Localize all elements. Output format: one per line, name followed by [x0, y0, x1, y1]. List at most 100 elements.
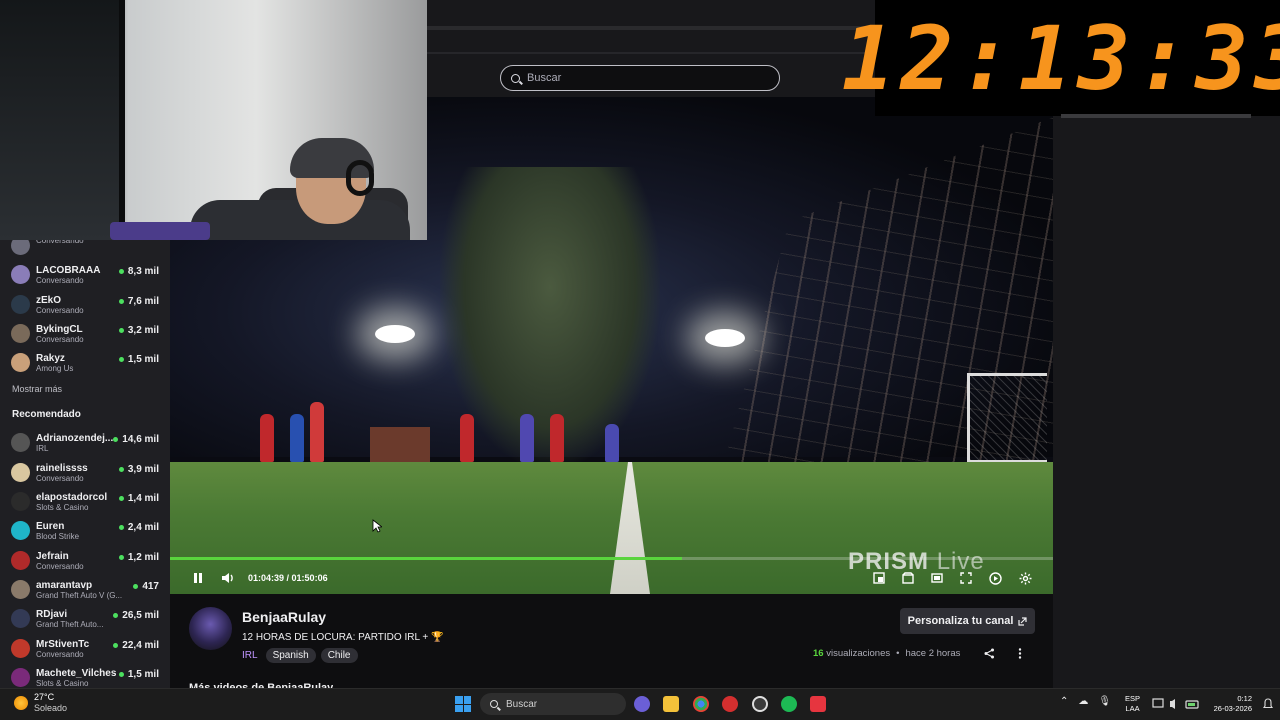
viewer-count-value: 3,9 mil	[127, 463, 159, 475]
sidebar-channel-item[interactable]: Rakyz Among Us 1,5 mil	[0, 348, 170, 377]
viewer-count: 3,9 mil	[118, 463, 159, 475]
channel-avatar	[11, 550, 30, 570]
channel-name: Jefrain	[36, 550, 69, 562]
sidebar-channel-item[interactable]: elapostadorcol Slots & Casino 1,4 mil	[0, 487, 170, 516]
sidebar-channel-item[interactable]: Conversando	[0, 240, 170, 260]
spotify-icon[interactable]	[781, 696, 797, 712]
webcam-keyboard	[110, 222, 210, 240]
channel-category: IRL	[36, 444, 49, 454]
viewer-count-value: 417	[142, 580, 159, 592]
channel-category: Among Us	[36, 364, 74, 374]
viewer-count: 1,5 mil	[118, 354, 159, 365]
channel-avatar	[11, 609, 30, 629]
customize-channel-label: Personaliza tu canal	[907, 615, 1014, 627]
sun-icon	[14, 696, 28, 710]
player-controls: 01:04:39 / 01:50:06	[170, 566, 1053, 594]
channel-avatar	[11, 492, 30, 512]
discord-icon[interactable]	[634, 696, 650, 712]
live-dot-icon	[118, 357, 124, 363]
digital-clock-overlay: 12:13:33	[842, 0, 1280, 116]
live-dot-icon	[118, 496, 124, 502]
timecode: 01:04:39 / 01:50:06	[248, 573, 328, 583]
viewer-count: 14,6 mil	[113, 434, 159, 445]
sidebar-channel-item[interactable]: rainelissss Conversando 3,9 mil	[0, 458, 170, 487]
share-icon	[984, 648, 994, 659]
miniplayer-icon	[873, 572, 885, 584]
sidebar-channel-item[interactable]: Jefrain Conversando 1,2 mil	[0, 546, 170, 575]
live-dot-icon	[113, 613, 119, 619]
sidebar-channel-item[interactable]: Adrianozendej... IRL 14,6 mil	[0, 428, 170, 457]
tag-chip[interactable]: Spanish	[265, 648, 316, 663]
system-tray: ⌃ ☁ 🎙	[1060, 696, 1111, 707]
windows-start-icon[interactable]	[455, 696, 471, 712]
app-icon[interactable]	[810, 696, 826, 712]
gear-icon	[1019, 572, 1031, 585]
channel-category: Slots & Casino	[36, 678, 89, 688]
channel-name: Machete_Vilches	[36, 667, 116, 679]
video-stats: 16 visualizaciones • hace 2 horas	[813, 648, 961, 659]
channel-avatar	[11, 667, 30, 687]
channel-avatar	[11, 240, 30, 255]
external-link-icon	[1018, 616, 1027, 626]
share-button[interactable]	[984, 648, 995, 662]
channel-category: Conversando	[36, 561, 84, 571]
chevron-up-icon[interactable]: ⌃	[1060, 696, 1068, 707]
tray-status-icons[interactable]	[1152, 697, 1200, 711]
tag-chip[interactable]: Chile	[320, 648, 358, 663]
app-icon[interactable]	[722, 696, 738, 712]
recommended-channels-list: Adrianozendej... IRL 14,6 mil rainelissss Co…	[0, 428, 170, 688]
sidebar-channel-item[interactable]: BykingCL Conversando 3,2 mil	[0, 319, 170, 348]
sidebar-channel-item[interactable]: amarantavp Grand Theft Auto V (G... 417	[0, 575, 170, 604]
sidebar-channel-item[interactable]: RDjavi Grand Theft Auto... 26,5 mil	[0, 604, 170, 633]
autoplay-icon	[988, 572, 1002, 585]
obs-icon[interactable]	[752, 696, 768, 712]
sidebar-channel-item[interactable]: MrStivenTc Conversando 22,4 mil	[0, 634, 170, 663]
viewer-count: 26,5 mil	[113, 610, 159, 621]
theatre-mode-button[interactable]	[930, 572, 944, 586]
channel-category: Conversando	[36, 305, 84, 315]
viewer-count: 2,4 mil	[118, 522, 159, 533]
search-placeholder: Buscar	[527, 72, 562, 84]
clip-button[interactable]	[901, 572, 915, 586]
onedrive-icon[interactable]: ☁	[1078, 696, 1088, 707]
customize-channel-button[interactable]: Personaliza tu canal	[900, 608, 1035, 634]
sidebar-channel-item[interactable]: Euren Blood Strike 2,4 mil	[0, 516, 170, 545]
volume-button[interactable]	[221, 572, 235, 586]
viewer-count-value: 14,6 mil	[122, 434, 159, 446]
viewer-count: 1,2 mil	[118, 552, 159, 563]
autoplay-button[interactable]	[988, 572, 1002, 586]
fullscreen-button[interactable]	[959, 572, 973, 586]
taskbar-search[interactable]: Buscar	[480, 693, 626, 715]
language-indicator[interactable]: ESP LAA	[1125, 694, 1140, 714]
current-time: 01:04:39	[248, 573, 285, 583]
mouse-cursor-icon	[372, 519, 382, 533]
viewer-count-value: 1,5 mil	[127, 668, 159, 680]
nav-divider	[427, 52, 875, 54]
pause-button[interactable]	[191, 572, 205, 586]
channel-category: Conversando	[36, 334, 84, 344]
sidebar-channel-item[interactable]: LACOBRAAA Conversando 8,3 mil	[0, 260, 170, 289]
live-dot-icon	[113, 437, 119, 443]
microphone-icon[interactable]: 🎙	[1098, 696, 1111, 707]
sidebar-channel-item[interactable]: Machete_Vilches Slots & Casino 1,5 mil	[0, 663, 170, 688]
channel-avatar	[11, 323, 30, 343]
category-link[interactable]: IRL	[242, 650, 258, 661]
notification-bell-icon[interactable]	[1262, 698, 1274, 710]
channel-avatar[interactable]	[189, 607, 232, 650]
file-explorer-icon[interactable]	[663, 696, 679, 712]
channel-name[interactable]: BenjaaRulay	[242, 609, 326, 625]
weather-condition: Soleado	[34, 703, 68, 713]
viewer-count-value: 7,6 mil	[127, 295, 159, 307]
chrome-icon[interactable]	[693, 696, 709, 712]
show-more-link[interactable]: Mostrar más	[0, 377, 170, 401]
sidebar-channel-item[interactable]: zEkO Conversando 7,6 mil	[0, 290, 170, 319]
viewer-count: 417	[133, 581, 159, 592]
weather-widget[interactable]: 27°C Soleado	[14, 692, 67, 714]
search-input[interactable]: Buscar	[500, 65, 780, 91]
stream-title: 12 HORAS DE LOCURA: PARTIDO IRL + 🏆	[242, 632, 444, 643]
taskbar-clock[interactable]: 0:12 26-03-2026	[1208, 694, 1252, 714]
miniplayer-button[interactable]	[872, 572, 886, 586]
right-side-panel	[1053, 114, 1280, 688]
settings-button[interactable]	[1018, 572, 1032, 586]
more-options-button[interactable]	[1018, 648, 1022, 662]
